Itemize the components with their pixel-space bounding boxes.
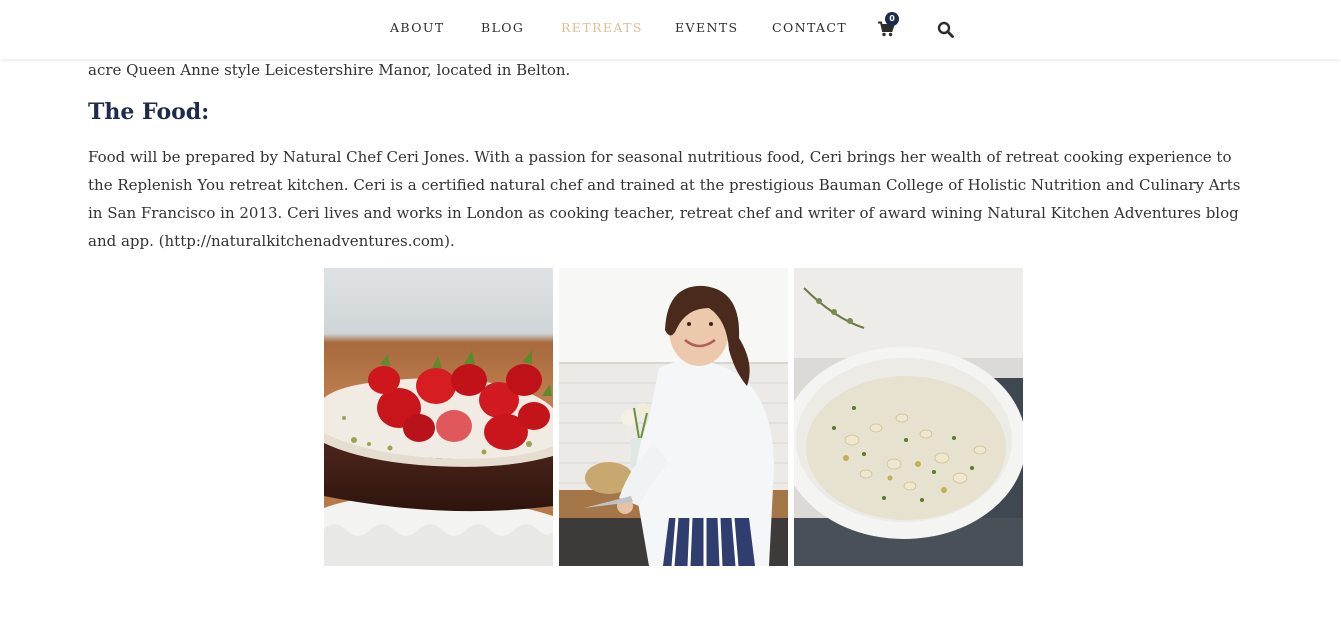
soup-bowl-photo[interactable] bbox=[794, 268, 1023, 566]
natural-kitchen-link[interactable]: http://naturalkitchenadventures.com bbox=[165, 232, 445, 250]
top-navigation: ABOUT BLOG RETREATS EVENTS CONTACT 0 bbox=[0, 0, 1341, 59]
intro-paragraph-tail: acre Queen Anne style Leicestershire Man… bbox=[88, 61, 571, 79]
photo-gallery bbox=[324, 268, 1023, 566]
cart-count-badge: 0 bbox=[885, 12, 899, 26]
search-icon[interactable] bbox=[937, 21, 954, 38]
food-paragraph: Food will be prepared by Natural Chef Ce… bbox=[88, 143, 1258, 255]
nav-blog[interactable]: BLOG bbox=[481, 20, 524, 35]
nav-about[interactable]: ABOUT bbox=[390, 20, 445, 35]
nav-events[interactable]: EVENTS bbox=[675, 20, 739, 35]
food-paragraph-end: ). bbox=[444, 232, 455, 250]
nav-retreats[interactable]: RETREATS bbox=[561, 20, 643, 35]
chef-portrait-photo[interactable] bbox=[559, 268, 788, 566]
nav-contact[interactable]: CONTACT bbox=[772, 20, 847, 35]
article-content: acre Queen Anne style Leicestershire Man… bbox=[88, 58, 1258, 255]
strawberry-cake-photo[interactable] bbox=[324, 268, 553, 566]
section-title-food: The Food: bbox=[88, 99, 210, 125]
